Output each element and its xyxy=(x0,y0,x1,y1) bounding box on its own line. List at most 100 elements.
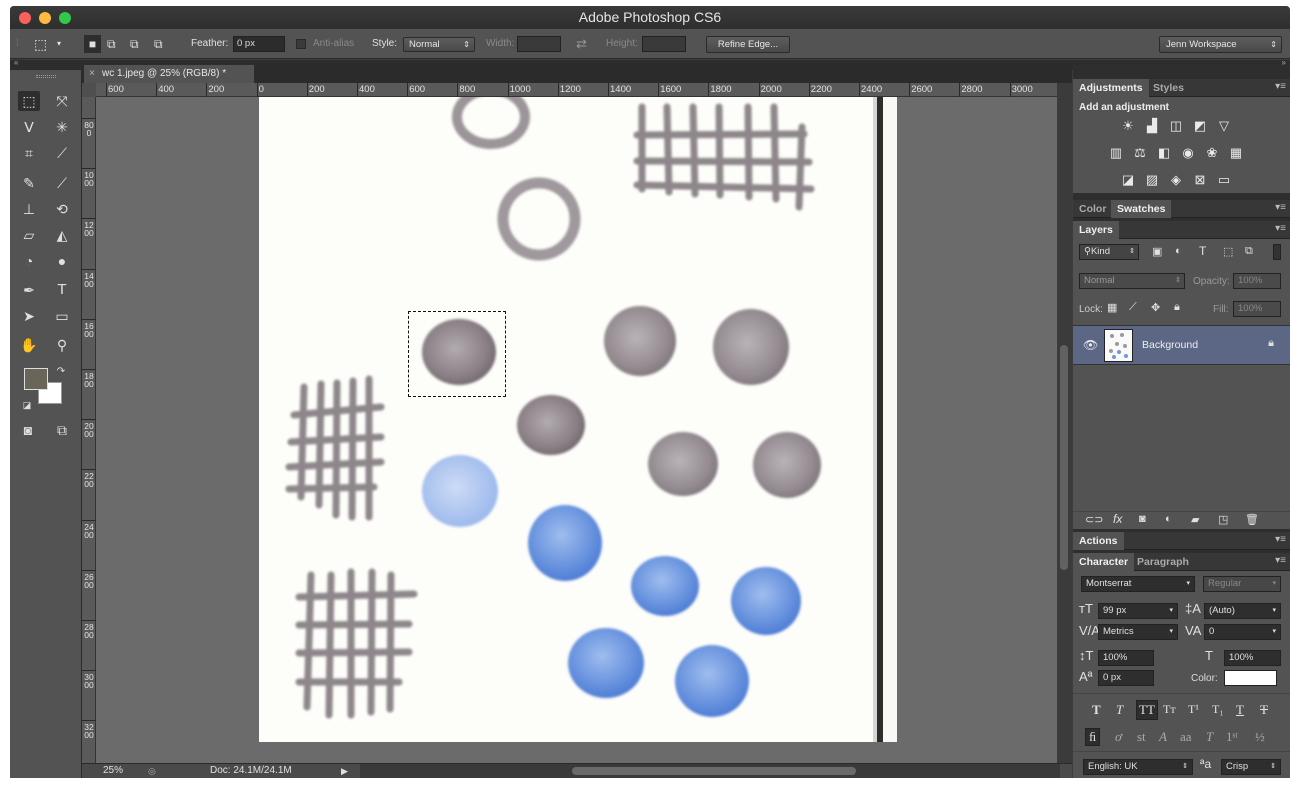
posterize-icon[interactable]: ▨ xyxy=(1144,173,1160,187)
curves-icon[interactable]: ◫ xyxy=(1168,119,1184,133)
delete-layer-icon[interactable]: 🗑︎ xyxy=(1245,513,1259,526)
swap-dimensions-icon[interactable]: ⇄ xyxy=(576,29,587,59)
style-select[interactable]: Normal ⇕ xyxy=(403,37,475,52)
filter-smart-icon[interactable]: ⧉ xyxy=(1245,245,1253,258)
tab-swatches[interactable]: Swatches xyxy=(1111,200,1172,218)
all-caps-icon[interactable]: TT xyxy=(1136,700,1158,720)
refine-edge-button[interactable]: Refine Edge... xyxy=(706,36,790,53)
filter-adjustment-icon[interactable]: ◐ xyxy=(1175,245,1182,257)
width-input[interactable] xyxy=(517,36,561,52)
strikethrough-icon[interactable]: T xyxy=(1260,702,1268,718)
new-selection-icon[interactable]: ■ xyxy=(84,35,101,53)
default-colors-icon[interactable]: ◪ xyxy=(16,395,38,415)
vertical-scroll-thumb[interactable] xyxy=(1060,345,1068,570)
link-layers-icon[interactable]: ⊂⊃ xyxy=(1085,513,1103,526)
workspace-select[interactable]: Jenn Workspace ⇕ xyxy=(1159,36,1282,53)
vibrance-icon[interactable]: ▽ xyxy=(1216,119,1232,133)
lock-position-icon[interactable]: ✥ xyxy=(1151,301,1160,314)
actions-panel-menu-icon[interactable]: ▾≡ xyxy=(1275,534,1286,545)
tab-actions[interactable]: Actions xyxy=(1073,532,1124,550)
color-panel-menu-icon[interactable]: ▾≡ xyxy=(1275,202,1286,213)
blend-mode-select[interactable]: Normal ⇕ xyxy=(1079,273,1185,289)
lock-all-icon[interactable]: 🔒︎ xyxy=(1174,301,1180,314)
filter-type-icon[interactable]: T xyxy=(1199,244,1206,258)
horizontal-scale-input[interactable]: 100% xyxy=(1224,650,1281,666)
new-layer-icon[interactable]: ◳ xyxy=(1218,513,1228,526)
horizontal-scrollbar[interactable] xyxy=(360,764,1060,778)
selective-color-icon[interactable]: ⊠ xyxy=(1192,173,1208,187)
threshold-icon[interactable]: ◈ xyxy=(1168,173,1184,187)
language-select[interactable]: English: UK ⇕ xyxy=(1083,759,1193,775)
swap-colors-icon[interactable]: ↷ xyxy=(50,362,72,382)
text-color-swatch[interactable] xyxy=(1224,670,1277,686)
rectangle-tool-icon[interactable]: ▭ xyxy=(51,306,73,326)
color-lookup-icon[interactable]: ▦ xyxy=(1228,146,1244,160)
ligatures-icon[interactable]: ﬁ xyxy=(1085,728,1101,746)
black-white-icon[interactable]: ◧ xyxy=(1156,146,1172,160)
collapse-left-icon[interactable]: « xyxy=(14,58,18,67)
levels-icon[interactable]: ▟ xyxy=(1144,119,1160,133)
baseline-shift-input[interactable]: 0 px xyxy=(1098,670,1154,686)
font-family-select[interactable]: Montserrat ▾ xyxy=(1081,576,1195,592)
faux-italic-icon[interactable]: T xyxy=(1116,702,1123,718)
filter-shape-icon[interactable]: ⬚ xyxy=(1223,245,1233,258)
add-mask-icon[interactable]: ◙ xyxy=(1139,513,1146,525)
filter-toggle[interactable] xyxy=(1273,244,1281,260)
lock-transparent-icon[interactable]: ▦ xyxy=(1107,301,1117,314)
crop-tool-icon[interactable]: ⌗ xyxy=(18,143,40,163)
fractions-icon[interactable]: ½ xyxy=(1255,729,1265,745)
hue-saturation-icon[interactable]: ▥ xyxy=(1108,146,1124,160)
invert-icon[interactable]: ◪ xyxy=(1120,173,1136,187)
exposure-icon[interactable]: ◩ xyxy=(1192,119,1208,133)
blur-tool-icon[interactable]: ◔ xyxy=(18,251,40,271)
tracking-input[interactable]: 0 ▾ xyxy=(1204,624,1281,640)
foreground-color-swatch[interactable] xyxy=(24,368,48,390)
superscript-icon[interactable]: T¹ xyxy=(1188,702,1199,717)
brush-tool-icon[interactable]: ⟋ xyxy=(51,173,73,193)
antialias-method-select[interactable]: Crisp ⇕ xyxy=(1221,759,1281,775)
eye-visibility-icon[interactable]: 👁︎ xyxy=(1083,338,1098,352)
subscript-icon[interactable]: T₁ xyxy=(1212,702,1224,717)
path-selection-tool-icon[interactable]: ➤ xyxy=(18,306,40,326)
minimize-window-icon[interactable] xyxy=(39,12,51,24)
magic-wand-tool-icon[interactable]: ✳ xyxy=(51,117,73,137)
vertical-scale-input[interactable]: 100% xyxy=(1098,650,1154,666)
clone-stamp-tool-icon[interactable]: ⊥ xyxy=(18,199,40,219)
marquee-tool-icon[interactable]: ⬚ xyxy=(18,91,40,111)
panel-menu-icon[interactable]: ▾≡ xyxy=(1275,81,1286,92)
channel-mixer-icon[interactable]: ❀ xyxy=(1204,146,1220,160)
eraser-tool-icon[interactable]: ▱ xyxy=(18,225,40,245)
underline-icon[interactable]: T xyxy=(1236,702,1244,718)
feather-input[interactable]: 0 px xyxy=(233,36,285,52)
ruler-origin[interactable] xyxy=(82,83,96,97)
document-image[interactable] xyxy=(259,97,897,742)
zoom-window-icon[interactable] xyxy=(59,12,71,24)
kerning-select[interactable]: Metrics ▾ xyxy=(1098,624,1178,640)
layer-style-icon[interactable]: fx xyxy=(1113,512,1122,526)
contextual-alternates-icon[interactable]: T xyxy=(1206,729,1213,745)
marquee-preset-icon[interactable]: ⬚ xyxy=(34,29,47,59)
zoom-tool-icon[interactable]: ⚲ xyxy=(51,335,73,355)
old-style-icon[interactable]: ơ xyxy=(1115,729,1122,745)
stylistic-alternates-icon[interactable]: A xyxy=(1159,729,1167,745)
document-tab[interactable]: × wc 1.jpeg @ 25% (RGB/8) * xyxy=(84,65,254,83)
type-tool-icon[interactable]: T xyxy=(51,280,73,300)
fill-input[interactable]: 100% xyxy=(1233,301,1281,317)
intersect-selection-icon[interactable]: ⧉ xyxy=(154,29,163,59)
height-input[interactable] xyxy=(642,36,686,52)
leading-input[interactable]: (Auto) ▾ xyxy=(1204,603,1281,619)
close-tab-icon[interactable]: × xyxy=(89,65,95,83)
tab-styles[interactable]: Styles xyxy=(1147,79,1190,97)
faux-bold-icon[interactable]: T xyxy=(1092,702,1101,718)
antialias-checkbox[interactable] xyxy=(296,39,306,49)
tab-character[interactable]: Character xyxy=(1073,553,1135,571)
ordinals-icon[interactable]: 1ˢᵗ xyxy=(1226,729,1238,745)
layer-row-background[interactable]: 👁︎ Background 🔒︎ xyxy=(1073,325,1290,365)
lasso-tool-icon[interactable]: ᐯ xyxy=(18,117,40,137)
brightness-icon[interactable]: ☀ xyxy=(1120,119,1136,133)
layers-panel-menu-icon[interactable]: ▾≡ xyxy=(1275,223,1286,234)
history-brush-tool-icon[interactable]: ⟲ xyxy=(51,199,73,219)
status-menu-arrow-icon[interactable]: ▶ xyxy=(341,764,348,778)
filter-pixel-icon[interactable]: ▣ xyxy=(1152,245,1162,258)
screen-mode-icon[interactable]: ⧉ xyxy=(51,420,73,440)
